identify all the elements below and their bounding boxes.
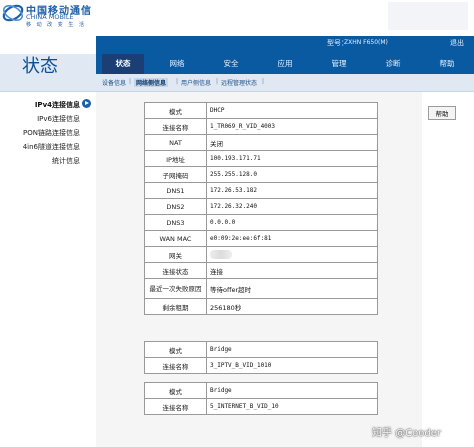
sidebar-item-stats[interactable]: 统计信息 xyxy=(52,156,80,166)
field-value: 3_IPTV_B_VID_1010 xyxy=(206,357,378,374)
tab-diagnosis[interactable]: 诊断 xyxy=(372,54,414,74)
tab-security[interactable]: 安全 xyxy=(210,54,252,74)
subnav-network-side-info[interactable]: 网络侧信息 xyxy=(134,78,169,87)
field-value: 1_TR069_R_VID_4003 xyxy=(206,118,378,135)
help-button[interactable]: 帮助 xyxy=(428,106,456,120)
subnav-separator: | xyxy=(129,78,132,85)
tab-status[interactable]: 状态 xyxy=(102,54,144,74)
field-key: IP地址 xyxy=(144,150,207,167)
field-key: 最近一次失败原因 xyxy=(144,278,207,299)
sidebar-item-ipv6[interactable]: IPv6连接信息 xyxy=(37,114,80,124)
table-row: 网关 xyxy=(144,246,378,263)
sidebar-item-4in6[interactable]: 4in6隧道连接信息 xyxy=(23,142,80,152)
subnav-separator: | xyxy=(176,78,179,85)
subnav-remote-mgmt-status[interactable]: 远程管理状态 xyxy=(221,78,257,87)
table-row: 模式 Bridge xyxy=(144,341,378,358)
header-right-area xyxy=(388,2,468,30)
field-value: 0.0.0.0 xyxy=(206,214,378,231)
field-value: e0:09:2e:ee:6f:81 xyxy=(206,230,378,247)
field-key: 连接名称 xyxy=(144,357,207,374)
connection-table-1: 模式 DHCP 连接名称 1_TR069_R_VID_4003 NAT 关闭 IP地址… xyxy=(144,102,378,315)
model-strip xyxy=(96,36,474,54)
field-key: 模式 xyxy=(144,341,207,358)
logout-link[interactable]: 退出 xyxy=(450,38,464,48)
field-value: 100.193.171.71 xyxy=(206,150,378,167)
tab-network[interactable]: 网络 xyxy=(156,54,198,74)
field-value: 255.255.128.0 xyxy=(206,166,378,183)
table-row: 最近一次失败原因 等待offer超时 xyxy=(144,278,378,299)
field-key: NAT xyxy=(144,134,207,151)
field-value: Bridge xyxy=(206,341,378,358)
field-key: DNS3 xyxy=(144,214,207,231)
subnav-device-info[interactable]: 设备信息 xyxy=(102,78,126,87)
model-value: ZXHN F650(M) xyxy=(344,39,388,46)
main-nav: 状态 网络 安全 应用 管理 诊断 帮助 xyxy=(96,54,474,74)
table-row: 连接状态 连接 xyxy=(144,262,378,279)
table-row: 剩余租期 256180秒 xyxy=(144,298,378,315)
field-value xyxy=(206,246,378,263)
table-row: WAN MAC e0:09:2e:ee:6f:81 xyxy=(144,230,378,247)
field-value: 172.26.53.182 xyxy=(206,182,378,199)
model-bar: 型号： ZXHN F650(M) 退出 xyxy=(0,30,474,54)
sidebar-item-pon[interactable]: PON链路连接信息 xyxy=(23,128,80,138)
table-row: 连接名称 5_INTERNET_B_VID_10 xyxy=(144,398,378,415)
field-value: 256180秒 xyxy=(206,298,378,315)
field-key: WAN MAC xyxy=(144,230,207,247)
sub-nav: 设备信息 | 网络侧信息 | 用户侧信息 | 远程管理状态 | xyxy=(96,74,474,92)
field-key: DNS2 xyxy=(144,198,207,215)
field-value: 连接 xyxy=(206,262,378,279)
field-value: 5_INTERNET_B_VID_10 xyxy=(206,398,378,415)
field-key: 连接名称 xyxy=(144,398,207,415)
table-row: DNS1 172.26.53.182 xyxy=(144,182,378,199)
table-row: 连接名称 1_TR069_R_VID_4003 xyxy=(144,118,378,135)
sidebar-item-ipv4[interactable]: IPv4连接信息 xyxy=(35,100,80,110)
table-row: 模式 DHCP xyxy=(144,102,378,119)
tab-management[interactable]: 管理 xyxy=(318,54,360,74)
field-key: 模式 xyxy=(144,102,207,119)
subnav-separator: | xyxy=(216,78,219,85)
arrow-right-icon xyxy=(82,99,91,108)
help-column: 帮助 xyxy=(422,92,474,447)
field-key: 模式 xyxy=(144,382,207,399)
subnav-user-side-info[interactable]: 用户侧信息 xyxy=(181,78,211,87)
table-row: 连接名称 3_IPTV_B_VID_1010 xyxy=(144,357,378,374)
redacted-value xyxy=(210,250,232,259)
field-value: 等待offer超时 xyxy=(206,278,378,299)
brand-bar: 中国移动通信 CHINA MOBILE 移 动 改 变 生 活 xyxy=(0,0,474,30)
field-key: 剩余租期 xyxy=(144,298,207,315)
field-key: DNS1 xyxy=(144,182,207,199)
subnav-separator: | xyxy=(262,78,265,85)
field-value: Bridge xyxy=(206,382,378,399)
brand-name-en: CHINA MOBILE xyxy=(26,13,74,21)
watermark: 知乎 @Cooder xyxy=(372,428,442,439)
field-key: 子网掩码 xyxy=(144,166,207,183)
china-mobile-logo-icon xyxy=(2,4,24,22)
table-row: IP地址 100.193.171.71 xyxy=(144,150,378,167)
field-key: 网关 xyxy=(144,246,207,263)
page-title: 状态 xyxy=(22,56,58,77)
table-row: DNS2 172.26.32.240 xyxy=(144,198,378,215)
connection-table-2: 模式 Bridge 连接名称 3_IPTV_B_VID_1010 xyxy=(144,341,378,374)
brand-slogan: 移 动 改 变 生 活 xyxy=(26,22,86,28)
tab-help[interactable]: 帮助 xyxy=(426,54,468,74)
table-row: NAT 关闭 xyxy=(144,134,378,151)
field-key: 连接名称 xyxy=(144,118,207,135)
table-row: DNS3 0.0.0.0 xyxy=(144,214,378,231)
field-key: 连接状态 xyxy=(144,262,207,279)
connection-table-3: 模式 Bridge 连接名称 5_INTERNET_B_VID_10 xyxy=(144,382,378,415)
table-row: 模式 Bridge xyxy=(144,382,378,399)
tab-application[interactable]: 应用 xyxy=(264,54,306,74)
field-value: DHCP xyxy=(206,102,378,119)
table-row: 子网掩码 255.255.128.0 xyxy=(144,166,378,183)
field-value: 172.26.32.240 xyxy=(206,198,378,215)
field-value: 关闭 xyxy=(206,134,378,151)
sidebar: IPv4连接信息 IPv6连接信息 PON链路连接信息 4in6隧道连接信息 统… xyxy=(0,92,96,447)
content-area: 模式 DHCP 连接名称 1_TR069_R_VID_4003 NAT 关闭 IP地址… xyxy=(96,92,422,447)
